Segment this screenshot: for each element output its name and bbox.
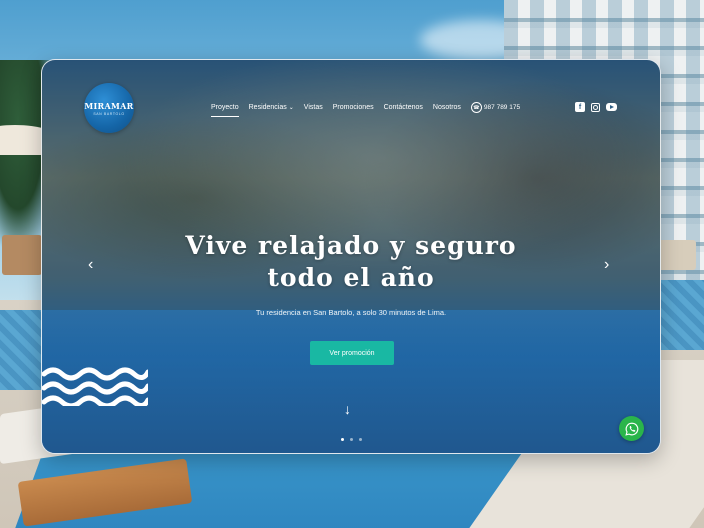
chevron-down-icon: ⌄ xyxy=(288,105,294,111)
nav-item-nosotros[interactable]: Nosotros xyxy=(433,104,461,111)
lounger-left-back xyxy=(2,235,42,275)
hero-title-line-1: Vive relajado y seguro xyxy=(185,231,517,260)
social-links: f xyxy=(575,102,617,112)
hero-title-line-2: todo el año xyxy=(267,263,435,292)
phone-link[interactable]: ☎ 987 789 175 xyxy=(470,102,521,113)
facebook-icon[interactable]: f xyxy=(575,102,585,112)
nav-item-promociones[interactable]: Promociones xyxy=(333,104,374,111)
slider-dot[interactable] xyxy=(341,438,344,441)
brand-logo[interactable]: MIRAMAR SAN BARTOLO xyxy=(84,83,134,133)
arrow-down-icon[interactable]: ↓ xyxy=(344,401,351,417)
main-nav: Proyecto Residencias ⌄ Vistas Promociones… xyxy=(211,102,521,117)
instagram-icon[interactable] xyxy=(591,102,600,112)
whatsapp-phone-icon: ☎ xyxy=(470,102,482,113)
hero-subtitle: Tu residencia en San Bartolo, a solo 30 … xyxy=(255,308,447,317)
waves-decoration-icon xyxy=(42,367,148,406)
nav-item-residencias[interactable]: Residencias ⌄ xyxy=(249,104,294,111)
brand-tagline: SAN BARTOLO xyxy=(93,111,125,116)
nav-item-contactenos[interactable]: Contáctenos xyxy=(384,104,423,111)
nav-item-proyecto[interactable]: Proyecto xyxy=(211,104,239,117)
nav-item-label: Residencias xyxy=(248,104,287,111)
youtube-icon[interactable] xyxy=(606,103,617,111)
hero-title: Vive relajado y seguro todo el año xyxy=(42,230,660,294)
slider-dot[interactable] xyxy=(350,438,353,441)
nav-item-vistas[interactable]: Vistas xyxy=(304,104,323,111)
whatsapp-button[interactable] xyxy=(619,416,644,441)
lounger-right xyxy=(656,240,696,270)
phone-number: 987 789 175 xyxy=(483,104,521,111)
whatsapp-icon xyxy=(624,422,638,436)
brand-name: MIRAMAR xyxy=(84,100,134,111)
slider-dots xyxy=(341,438,362,441)
ver-promocion-button[interactable]: Ver promoción xyxy=(310,341,394,365)
slider-dot[interactable] xyxy=(359,438,362,441)
